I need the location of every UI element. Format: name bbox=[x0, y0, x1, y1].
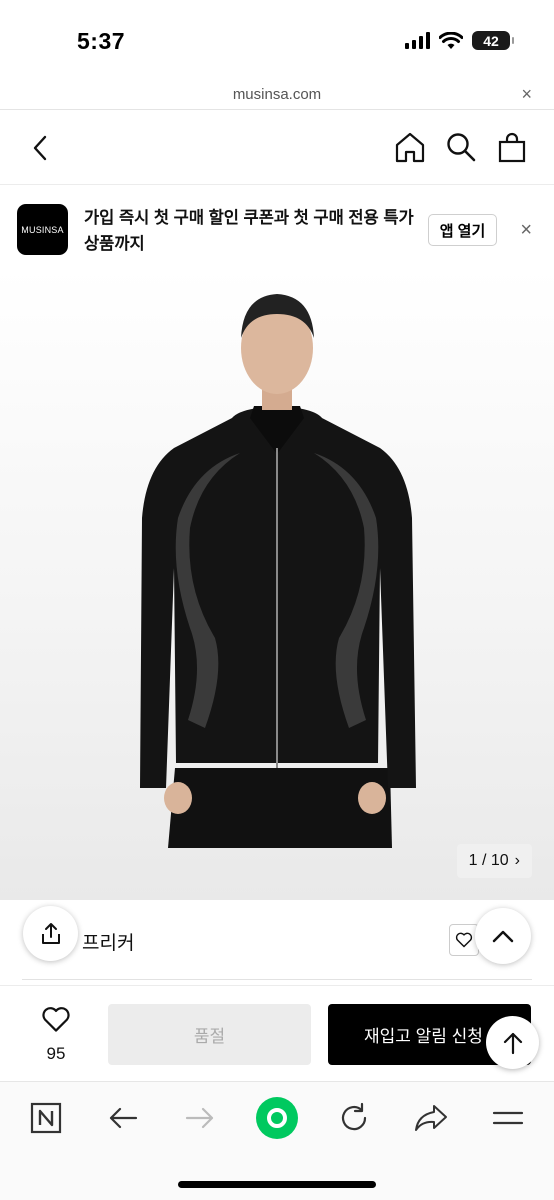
collapse-button[interactable] bbox=[475, 908, 531, 964]
chevron-up-icon bbox=[492, 930, 514, 943]
arrow-left-icon[interactable] bbox=[103, 1098, 143, 1138]
product-name: 프리커 bbox=[82, 933, 135, 954]
close-icon[interactable]: × bbox=[521, 84, 532, 105]
bag-icon[interactable] bbox=[496, 131, 528, 163]
url-bar: musinsa.com × bbox=[0, 80, 554, 110]
app-install-banner: MUSINSA 가입 즉시 첫 구매 할인 쿠폰과 첫 구매 전용 특가 상품까… bbox=[0, 186, 554, 268]
arrow-up-icon bbox=[503, 1032, 522, 1054]
heart-icon bbox=[455, 932, 473, 948]
home-indicator bbox=[178, 1181, 376, 1188]
status-icons: 42 bbox=[405, 31, 514, 50]
menu-icon[interactable] bbox=[488, 1098, 528, 1138]
share-arrow-icon[interactable] bbox=[411, 1098, 451, 1138]
battery-icon: 42 bbox=[472, 31, 514, 50]
status-time: 5:37 bbox=[77, 28, 126, 54]
nav-icons bbox=[394, 131, 528, 163]
divider bbox=[22, 979, 532, 980]
close-banner-icon[interactable]: × bbox=[520, 219, 532, 242]
musinsa-logo: MUSINSA bbox=[17, 204, 68, 255]
arrow-right-icon[interactable] bbox=[180, 1098, 220, 1138]
image-counter[interactable]: 1 / 10 › bbox=[456, 844, 532, 878]
product-info-row: 프리커 bbox=[0, 900, 554, 984]
cellular-signal-icon bbox=[405, 32, 430, 49]
chevron-right-icon: › bbox=[514, 852, 520, 869]
naver-n-icon[interactable] bbox=[26, 1098, 66, 1138]
product-image[interactable]: 1 / 10 › bbox=[0, 268, 554, 900]
model-photo bbox=[140, 294, 416, 848]
share-icon bbox=[41, 922, 60, 944]
status-bar: 5:37 42 bbox=[0, 0, 554, 80]
scroll-top-button[interactable] bbox=[486, 1016, 539, 1069]
soldout-button: 품절 bbox=[108, 1004, 311, 1065]
banner-text: 가입 즉시 첫 구매 할인 쿠폰과 첫 구매 전용 특가 상품까지 bbox=[84, 209, 414, 253]
open-app-button[interactable]: 앱 열기 bbox=[428, 214, 497, 246]
search-icon[interactable] bbox=[445, 131, 477, 163]
like-count: 95 bbox=[46, 1044, 66, 1063]
heart-icon bbox=[42, 1007, 70, 1032]
purchase-action-bar: 95 품절 재입고 알림 신청 bbox=[0, 985, 554, 1081]
wifi-icon bbox=[439, 31, 463, 49]
chevron-left-icon[interactable] bbox=[26, 133, 56, 163]
like-button[interactable]: 95 bbox=[32, 1006, 80, 1064]
reload-icon[interactable] bbox=[334, 1098, 374, 1138]
url-text[interactable]: musinsa.com bbox=[0, 86, 554, 103]
nav-header bbox=[0, 111, 554, 185]
green-dot-icon[interactable] bbox=[255, 1096, 299, 1140]
image-counter-text: 1 / 10 bbox=[468, 852, 509, 869]
home-icon[interactable] bbox=[394, 131, 426, 163]
share-button[interactable] bbox=[23, 906, 78, 961]
browser-toolbar bbox=[0, 1081, 554, 1200]
